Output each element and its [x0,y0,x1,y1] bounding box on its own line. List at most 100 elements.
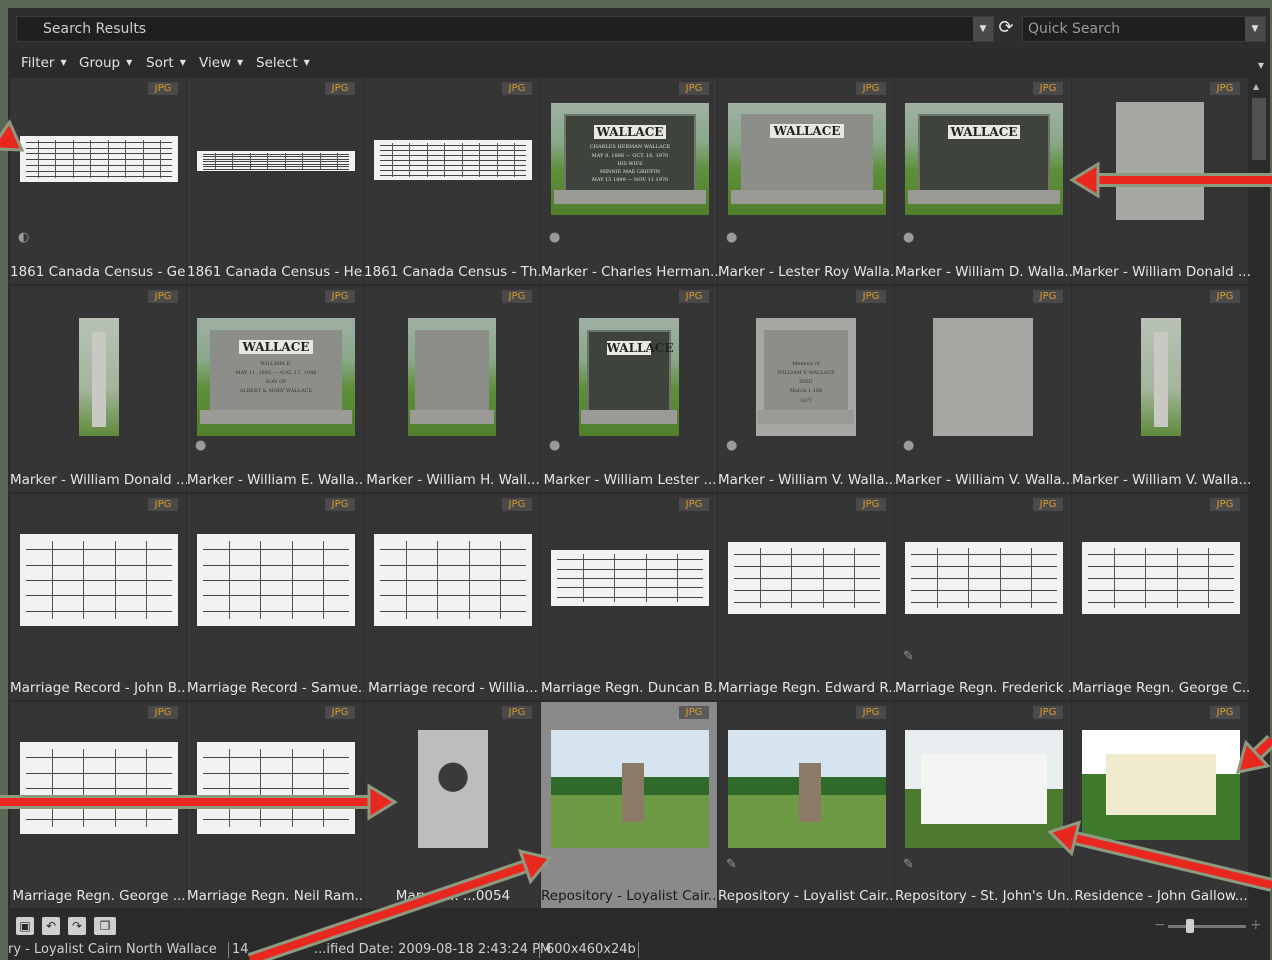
thumbnail-cell[interactable]: JPG Marker - William H. Wall... [364,286,540,492]
thumbnail-image[interactable] [197,742,355,834]
headstone-name: WALLACE [593,125,667,140]
thumbnail-cell[interactable]: JPG Marker - William Donald ... [10,286,188,492]
group-menu[interactable]: Group ▼ [79,55,132,71]
zoom-in-icon[interactable]: + [1250,917,1262,933]
chevron-down-icon[interactable]: ▼ [1245,17,1265,41]
rotate-left-icon[interactable]: ↶ [42,917,60,935]
thumbnail-image[interactable] [418,730,488,848]
thumbnail-image[interactable] [551,550,709,606]
file-type-badge: JPG [856,290,886,303]
thumbnail-image[interactable] [79,318,119,436]
location-pin-icon: ● [903,230,915,245]
thumbnail-cell[interactable]: JPG ✎ Repository - St. John's Un... [895,702,1073,908]
thumbnail-cell[interactable]: JPG Marriage Record - John B... [10,494,188,700]
thumbnail-cell[interactable]: JPG Memory of WILLIAM V WALLACE DIED March 1… [718,286,896,492]
thumbnail-image[interactable] [197,534,355,626]
file-type-badge: JPG [148,290,178,303]
zoom-knob[interactable] [1186,919,1194,933]
zoom-slider[interactable]: − + [1152,917,1262,935]
document-column-line [249,152,251,170]
thumbnail-image[interactable] [933,318,1033,436]
thumbnail-image[interactable] [1082,542,1240,614]
thumbnail-image[interactable] [374,534,532,626]
thumbnail-cell[interactable]: JPG 1861 Canada Census - Th... [364,78,542,284]
thumbnail-image[interactable] [728,730,886,848]
thumbnail-cell[interactable]: JPG Marker - William V. Walla... [1072,286,1250,492]
thumbnail-image[interactable] [374,140,532,180]
edit-image-icon[interactable]: ▣ [16,917,34,935]
thumbnail-image[interactable] [20,742,178,834]
thumbnail-image[interactable] [1082,730,1240,840]
thumbnail-image[interactable] [1116,102,1204,220]
thumbnail-image[interactable] [905,542,1063,614]
thumbnail-caption: 1861 Canada Census - He... [187,264,365,280]
select-menu[interactable]: Select ▼ [256,55,310,71]
thumbnail-cell[interactable]: JPG Marriage record - Willia... [364,494,540,700]
thumbnail-caption: Marriage Regn. George ... [12,888,186,904]
thumbnail-cell[interactable]: JPG Mary Ja... ...0054 [364,702,540,908]
document-line [203,757,349,759]
thumbnail-cell[interactable]: JPG ✎ Repository - Loyalist Cair... [718,702,896,908]
file-type-badge: JPG [148,82,178,95]
document-line [734,554,880,555]
thumbnail-cell[interactable]: JPG ✎ Marriage Regn. Frederick ... [895,494,1073,700]
file-type-badge: JPG [502,706,532,719]
thumbnail-cell[interactable]: JPG WALLACE WILLIAM E. MAY 11, 1892 — AUG. … [187,286,365,492]
thumbnail-cell[interactable]: JPG ◐ 1861 Canada Census - Ge... [10,78,188,284]
thumbnail-cell[interactable]: JPG Marriage Regn. Edward R... [718,494,896,700]
thumbnail-image[interactable]: WALLACE [579,318,679,436]
search-results-dropdown[interactable]: Search Results ▼ [16,16,994,42]
thumbnail-image[interactable] [20,136,178,182]
thumbnail-image[interactable] [20,534,178,626]
scroll-up-icon[interactable]: ▲ [1253,82,1259,91]
thumbnail-image[interactable]: WALLACE CHARLES HERMAN WALLACE MAY 8, 1896… [551,103,709,215]
view-menu[interactable]: View ▼ [199,55,243,71]
filter-menu[interactable]: Filter ▼ [21,55,67,71]
overflow-chevron-icon[interactable]: ▼ [1258,61,1264,70]
thumbnail-image[interactable] [728,542,886,614]
location-pin-icon: ● [549,438,561,453]
thumbnail-caption: Marker - William Donald ... [1072,264,1250,280]
thumbnail-cell[interactable]: JPG Marriage Record - Samue... [187,494,365,700]
document-column-line [90,139,92,179]
caret-down-icon: ▼ [237,58,244,67]
thumbnail-cell[interactable]: JPG WALLACE ● Marker - William Lester ... [541,286,717,492]
thumbnail-image[interactable]: WALLACE [905,103,1063,215]
thumbnail-image[interactable] [905,730,1063,848]
document-column-line [405,541,407,619]
quick-search-input[interactable]: Quick Search ▼ [1022,16,1266,42]
thumbnail-cell[interactable]: JPG Marriage Regn. George ... [10,702,186,908]
zoom-out-icon[interactable]: − [1154,917,1166,933]
rotate-right-icon[interactable]: ↷ [68,917,86,935]
slideshow-icon[interactable]: ❐ [94,917,116,935]
document-column-line [232,152,234,170]
thumbnail-cell[interactable]: JPG Residence - John Gallow... [1072,702,1248,908]
vertical-scrollbar[interactable]: ▲ [1250,78,1268,910]
sort-menu[interactable]: Sort ▼ [146,55,186,71]
thumbnail-cell[interactable]: JPG WALLACE ● Marker - Lester Roy Walla... [718,78,896,284]
document-column-line [444,143,446,177]
thumbnail-cell[interactable]: JPG Marker - William Donald ... [1072,78,1250,284]
thumbnail-image[interactable]: WALLACE WILLIAM E. MAY 11, 1892 — AUG. 17,… [197,318,355,436]
thumbnail-caption: Marriage Regn. Neil Ram... [187,888,365,904]
scrollbar-thumb[interactable] [1252,98,1266,160]
thumbnail-cell[interactable]: JPG WALLACE CHARLES HERMAN WALLACE MAY 8, 1… [541,78,719,284]
thumbnail-cell[interactable]: JPG Marriage Regn. Neil Ram... [187,702,365,908]
thumbnail-image[interactable] [197,151,355,171]
thumbnail-cell[interactable]: JPG Repository - Loyalist Cair... [541,702,719,908]
thumbnail-cell[interactable]: JPG WALLACE ● Marker - William D. Walla... [895,78,1073,284]
zoom-track[interactable] [1168,925,1246,928]
document-column-line [51,541,53,619]
thumbnail-cell[interactable]: JPG 1861 Canada Census - He... [187,78,365,284]
thumbnail-cell[interactable]: JPG Marriage Regn. Duncan B... [541,494,719,700]
thumbnail-image[interactable] [408,318,496,436]
thumbnail-cell[interactable]: JPG Marriage Regn. George C... [1072,494,1250,700]
headstone-inscription: WILLIAM V WALLACE [777,370,835,377]
thumbnail-image[interactable] [1141,318,1181,436]
chevron-down-icon[interactable]: ▼ [973,17,993,41]
thumbnail-image[interactable]: WALLACE [728,103,886,215]
thumbnail-image[interactable] [551,730,709,848]
thumbnail-image[interactable]: Memory of WILLIAM V WALLACE DIED March 1 18… [756,318,856,436]
thumbnail-cell[interactable]: JPG ● Marker - William V. Walla... [895,286,1073,492]
refresh-icon[interactable]: ⟳ [995,17,1017,39]
